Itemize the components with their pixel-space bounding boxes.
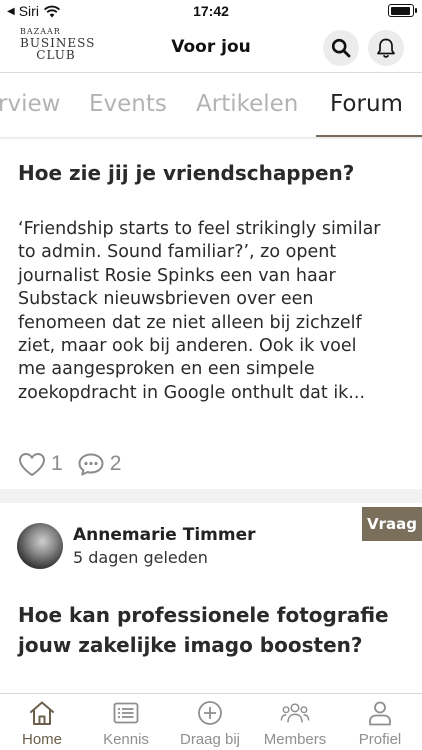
excerpt-line: Substack nieuwsbrieven over een xyxy=(18,289,314,310)
excerpt-line: journalist Rosie Spinks een van haar xyxy=(18,265,336,286)
avatar[interactable] xyxy=(17,523,63,569)
comment-button[interactable]: 2 xyxy=(77,452,122,477)
tab-events[interactable]: Events xyxy=(89,91,167,117)
bell-icon xyxy=(377,38,395,58)
status-bar: ◀ Siri 17:42 xyxy=(0,0,422,22)
comment-icon xyxy=(78,453,104,475)
members-icon xyxy=(280,703,310,723)
post-excerpt[interactable]: ‘Friendship starts to feel strikingly si… xyxy=(18,218,410,405)
tab-bar: rview Events Artikelen Forum xyxy=(0,72,422,138)
title-line: jouw zakelijke imago boosten? xyxy=(18,633,363,657)
like-count: 1 xyxy=(51,452,63,475)
nav-item-members[interactable]: Members xyxy=(253,698,337,748)
like-button[interactable]: 1 xyxy=(18,452,63,477)
nav-item-home[interactable]: Home xyxy=(0,698,84,748)
post-separator xyxy=(0,489,422,503)
search-icon xyxy=(331,38,351,58)
home-icon xyxy=(30,701,54,725)
profile-icon xyxy=(369,701,391,726)
search-button[interactable] xyxy=(323,30,359,66)
tab-overview[interactable]: rview xyxy=(0,91,60,117)
author-name[interactable]: Annemarie Timmer xyxy=(73,525,256,545)
battery-icon xyxy=(388,4,417,17)
plus-circle-icon xyxy=(198,701,222,725)
heart-icon xyxy=(19,452,45,476)
nav-label: Home xyxy=(21,731,62,748)
excerpt-line: to admin. Sound familiar?’, zo opent xyxy=(18,242,337,263)
excerpt-line: ‘Friendship starts to feel strikingly si… xyxy=(18,219,381,239)
nav-item-draag-bij[interactable]: Draag bij xyxy=(168,698,252,748)
nav-label: Profiel xyxy=(358,731,402,748)
excerpt-line: ziet, maar ook bij anderen. Ook ik voel xyxy=(18,336,357,357)
logo-top: BAZAAR xyxy=(20,27,61,36)
nav-label: Draag bij xyxy=(179,731,241,748)
post-stats: 1 2 xyxy=(18,450,135,478)
question-badge: Vraag xyxy=(362,507,422,541)
battery-fill xyxy=(390,6,411,15)
notifications-button[interactable] xyxy=(368,30,404,66)
post-date: 5 dagen geleden xyxy=(73,548,208,567)
post-title[interactable]: Hoe kan professionele fotografie jouw za… xyxy=(18,600,408,660)
comment-count: 2 xyxy=(109,452,122,475)
post-title[interactable]: Hoe zie jij je vriendschappen? xyxy=(18,158,408,188)
nav-item-kennis[interactable]: Kennis xyxy=(84,698,168,748)
nav-label: Kennis xyxy=(103,731,149,748)
list-icon xyxy=(113,702,139,724)
nav-label: Members xyxy=(263,731,327,748)
excerpt-line: me aangesproken en een simpele xyxy=(18,359,315,380)
status-time: 17:42 xyxy=(193,3,229,19)
nav-item-profiel[interactable]: Profiel xyxy=(338,698,422,748)
tabs-shadow xyxy=(0,137,422,140)
tab-forum[interactable]: Forum xyxy=(330,91,403,117)
title-line: Hoe kan professionele fotografie xyxy=(18,603,389,627)
bottom-nav: Home Kennis Draag bij Members Profiel xyxy=(0,693,422,750)
excerpt-line: zoekopdracht in Google onthult dat ik... xyxy=(18,382,366,403)
header: BAZAAR BUSINESS CLUB Voor jou xyxy=(0,22,422,72)
excerpt-line: fenomeen dat ze niet alleen bij zichzelf xyxy=(18,312,362,333)
tab-artikelen[interactable]: Artikelen xyxy=(196,91,298,117)
